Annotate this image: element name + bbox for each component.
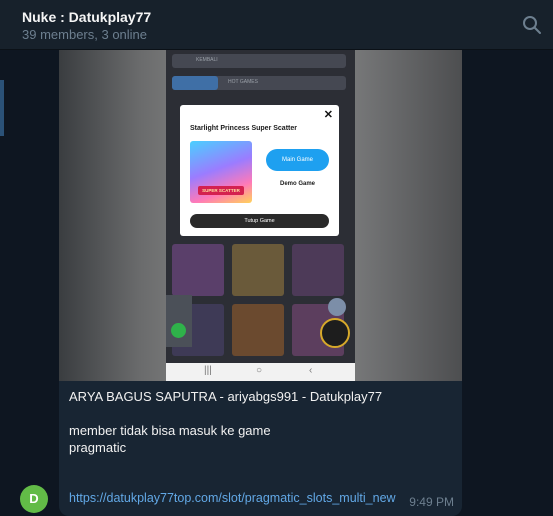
mascot-logo <box>320 318 350 348</box>
back-icon: ‹ <box>309 365 313 376</box>
game-art-label: SUPER SCATTER <box>198 186 244 195</box>
demo-game-button[interactable]: Demo Game <box>266 181 329 187</box>
game-tile <box>232 244 284 296</box>
sidebar-active-indicator <box>0 80 4 136</box>
home-icon: ○ <box>256 365 263 376</box>
game-art: SUPER SCATTER <box>190 141 252 203</box>
caption-line: pragmatic <box>69 440 127 455</box>
message-photo[interactable]: KEMBALI HOT GAMES ✕ Starlight Princess S… <box>59 50 462 381</box>
main-game-button[interactable]: Main Game <box>266 149 329 171</box>
search-icon[interactable] <box>521 14 543 36</box>
game-tile <box>172 244 224 296</box>
tab-bar: HOT GAMES <box>172 76 346 90</box>
message-bubble[interactable]: KEMBALI HOT GAMES ✕ Starlight Princess S… <box>59 50 462 516</box>
chat-member-status: 39 members, 3 online <box>22 27 148 42</box>
message-caption: ARYA BAGUS SAPUTRA - ariyabgs991 - Datuk… <box>69 388 382 456</box>
back-bar: KEMBALI <box>172 54 346 68</box>
message-link[interactable]: https://datukplay77top.com/slot/pragmati… <box>69 491 396 505</box>
close-game-button[interactable]: Tutup Game <box>190 214 329 228</box>
caption-line: member tidak bisa masuk ke game <box>69 423 271 438</box>
caption-line: ARYA BAGUS SAPUTRA - ariyabgs991 - Datuk… <box>69 389 383 404</box>
back-bar-label: KEMBALI <box>196 57 218 63</box>
close-icon[interactable]: ✕ <box>324 108 333 121</box>
recent-apps-icon: ||| <box>204 365 212 376</box>
modal-title: Starlight Princess Super Scatter <box>190 125 297 132</box>
tab-label: HOT GAMES <box>228 79 258 85</box>
message-time: 9:49 PM <box>409 495 454 509</box>
game-tile <box>232 304 284 356</box>
scroll-up-icon <box>328 298 346 316</box>
avatar[interactable]: D <box>20 485 48 513</box>
game-tile <box>292 244 344 296</box>
android-nav-bar: ||| ○ ‹ <box>166 363 355 381</box>
tab-active <box>172 76 218 90</box>
phone-screenshot: KEMBALI HOT GAMES ✕ Starlight Princess S… <box>166 50 355 381</box>
chat-title[interactable]: Nuke : Datukplay77 <box>22 9 151 25</box>
chat-header: Nuke : Datukplay77 39 members, 3 online <box>0 0 553 50</box>
game-modal: ✕ Starlight Princess Super Scatter SUPER… <box>180 105 339 236</box>
side-widget <box>166 295 192 347</box>
whatsapp-icon <box>171 323 186 338</box>
